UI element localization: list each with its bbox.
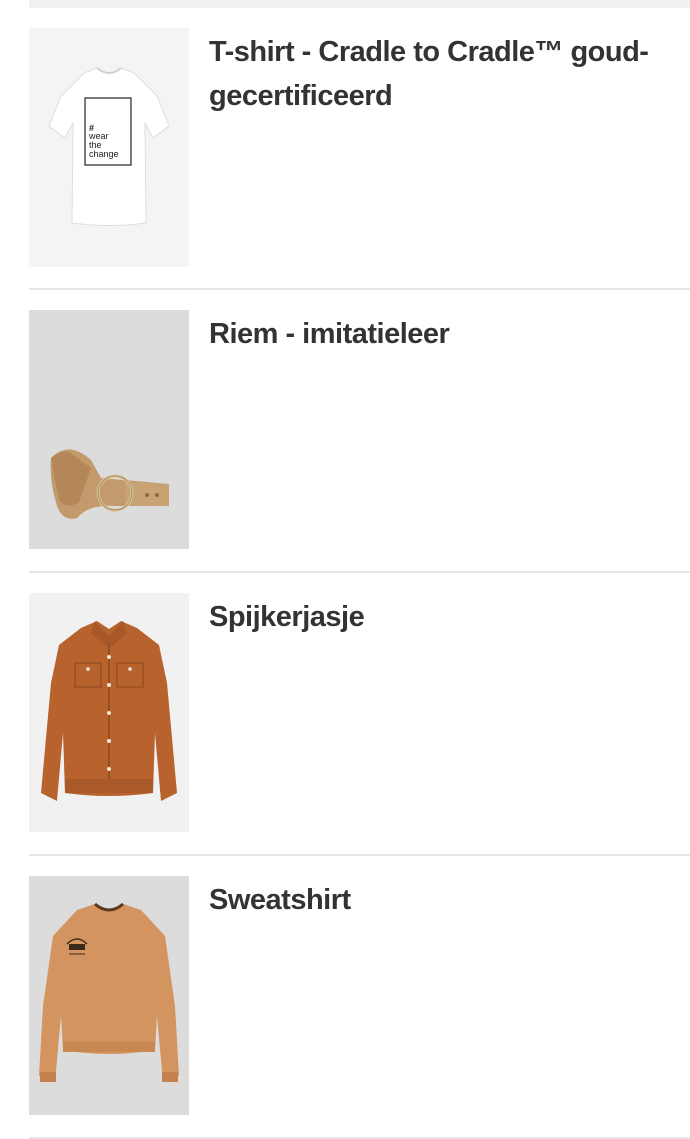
product-item[interactable]: # wear the change T-shirt - Cradle to Cr… bbox=[29, 8, 690, 290]
product-title[interactable]: Spijkerjasje bbox=[209, 595, 684, 639]
product-image-jacket[interactable] bbox=[29, 593, 189, 832]
product-image-tshirt[interactable]: # wear the change bbox=[29, 28, 189, 267]
product-item[interactable]: Spijkerjasje bbox=[29, 573, 690, 856]
product-item[interactable]: Sweatshirt bbox=[29, 856, 690, 1139]
product-image-sweatshirt[interactable] bbox=[29, 876, 189, 1115]
product-title[interactable]: T-shirt - Cradle to Cradle™ goud-gecerti… bbox=[209, 30, 684, 118]
product-title[interactable]: Sweatshirt bbox=[209, 878, 684, 922]
list-top-divider bbox=[29, 0, 690, 8]
product-list: # wear the change T-shirt - Cradle to Cr… bbox=[29, 8, 690, 1139]
svg-text:change: change bbox=[89, 149, 119, 159]
product-item[interactable]: Riem - imitatieleer bbox=[29, 290, 690, 573]
product-image-belt[interactable] bbox=[29, 310, 189, 549]
product-title[interactable]: Riem - imitatieleer bbox=[209, 312, 684, 356]
